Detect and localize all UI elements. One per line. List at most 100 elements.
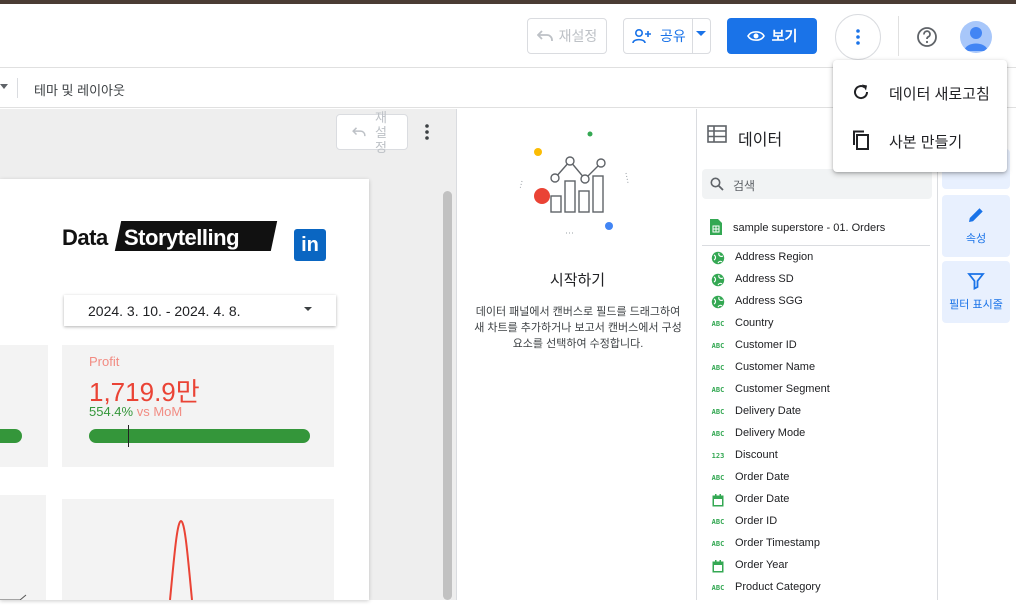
field-row[interactable]: Order Date <box>697 489 938 511</box>
chevron-down-icon <box>304 307 312 311</box>
properties-label: 속성 <box>965 233 987 245</box>
field-name: Customer Segment <box>735 383 830 395</box>
data-source-row[interactable]: sample superstore - 01. Orders <box>710 219 930 239</box>
scorecard-partial[interactable] <box>0 345 48 467</box>
properties-tab[interactable]: 속성 <box>942 195 1010 257</box>
text-type-icon: ABC <box>711 584 725 592</box>
source-divider <box>702 245 930 246</box>
field-row[interactable]: ABC Country <box>697 313 938 335</box>
text-type-icon: ABC <box>711 430 725 438</box>
filter-bar-tab[interactable]: 필터 표시줄 <box>942 261 1010 323</box>
field-row[interactable]: ABC Order Timestamp <box>697 533 938 555</box>
field-row[interactable]: ABC Delivery Mode <box>697 423 938 445</box>
field-row[interactable]: ABC Customer Name <box>697 357 938 379</box>
logo-text-data: Data <box>62 225 108 250</box>
filter-icon <box>967 273 985 290</box>
reset-button[interactable]: 재설정 <box>527 18 607 54</box>
text-type-icon: ABC <box>711 364 725 372</box>
text-type-icon: ABC <box>711 408 725 416</box>
field-row[interactable]: ABC Order Date <box>697 467 938 489</box>
text-type-icon: ABC <box>711 518 725 526</box>
profit-label: Profit <box>89 354 120 369</box>
report-page: Data Storytelling in 2024. 3. 10. - 2024… <box>0 179 369 601</box>
share-dropdown-icon[interactable] <box>696 31 706 37</box>
field-name: Delivery Mode <box>735 427 806 439</box>
field-name: Customer ID <box>735 339 797 351</box>
progress-bar <box>0 429 22 443</box>
field-row[interactable]: Order Year <box>697 555 938 577</box>
avatar[interactable] <box>960 21 992 53</box>
chart-line-partial <box>0 594 27 601</box>
filter-bar-label: 필터 표시줄 <box>949 299 1003 311</box>
canvas-scrollbar[interactable] <box>443 191 452 600</box>
field-row[interactable]: Address SGG <box>697 291 938 313</box>
toolbar-dropdown-icon[interactable] <box>0 84 8 90</box>
field-name: Order ID <box>735 515 778 527</box>
reset-label: 재설정 <box>558 28 598 44</box>
canvas-more-icon[interactable] <box>425 124 429 140</box>
field-row[interactable]: ABC Customer ID <box>697 335 938 357</box>
canvas-reset-label-1: 재설 <box>375 109 387 140</box>
text-type-icon: ABC <box>711 320 725 328</box>
logo-text-storytelling: Storytelling <box>124 225 240 250</box>
profit-delta: 554.4% vs MoM <box>89 404 182 419</box>
chart-card-partial[interactable] <box>0 495 46 601</box>
share-label: 공유 <box>660 28 686 44</box>
report-canvas: 재설 정 Data Storytelling in 2024. 3. 10. - … <box>0 109 457 601</box>
linkedin-icon[interactable]: in <box>294 229 326 261</box>
person-add-icon <box>632 28 651 44</box>
trend-line <box>169 519 193 601</box>
more-vert-icon <box>856 29 860 45</box>
field-name: Order Date <box>735 493 790 505</box>
field-search-input[interactable]: 검색 <box>702 169 932 199</box>
profit-scorecard[interactable]: Profit 1,719.9만 554.4% vs MoM <box>62 345 334 467</box>
data-source-name: sample superstore - 01. Orders <box>733 222 886 234</box>
theme-layout-button[interactable]: 테마 및 레이아웃 <box>34 80 125 99</box>
field-row[interactable]: ABC Order ID <box>697 511 938 533</box>
text-type-icon: ABC <box>711 386 725 394</box>
profit-delta-pct: 554.4% <box>89 404 134 419</box>
globe-icon <box>709 295 727 309</box>
app-header: 재설정 공유 보기 <box>0 4 1016 68</box>
field-row[interactable]: ABC Customer Segment <box>697 379 938 401</box>
profit-bullet-bar <box>89 429 310 443</box>
menu-item-make-copy[interactable]: 사본 만들기 <box>833 116 1007 164</box>
canvas-reset-label-2: 정 <box>375 139 387 155</box>
view-label: 보기 <box>771 28 798 44</box>
number-type-icon: 123 <box>711 452 725 460</box>
search-icon <box>710 177 724 191</box>
globe-icon <box>709 273 727 287</box>
date-range-control[interactable]: 2024. 3. 10. - 2024. 4. 8. <box>64 295 336 326</box>
field-name: Order Year <box>735 559 789 571</box>
data-storytelling-logo: Data Storytelling <box>62 221 278 251</box>
getting-started-panel: 시작하기 데이터 패널에서 캔버스로 필드를 드래그하여 새 차트를 추가하거나… <box>458 109 697 600</box>
profit-delta-vs: vs MoM <box>136 404 183 419</box>
field-row[interactable]: ABC Product Category <box>697 577 938 599</box>
view-button[interactable]: 보기 <box>727 18 817 54</box>
more-options-button[interactable] <box>835 14 881 60</box>
date-range-value: 2024. 3. 10. - 2024. 4. 8. <box>88 303 241 319</box>
field-row[interactable]: 123 Discount <box>697 445 938 467</box>
field-row[interactable]: Address Region <box>697 247 938 269</box>
field-row[interactable]: ABC Delivery Date <box>697 401 938 423</box>
canvas-reset-button[interactable]: 재설 정 <box>336 110 408 155</box>
pencil-icon <box>969 208 983 222</box>
profit-target-marker <box>128 425 129 447</box>
field-name: Address Region <box>735 251 814 263</box>
calendar-icon <box>709 493 727 507</box>
field-name: Order Timestamp <box>735 537 820 549</box>
getting-started-title: 시작하기 <box>549 272 606 289</box>
data-panel: 데이터 검색 sample superstore - 01. Orders Ad… <box>697 109 938 600</box>
field-name: Customer Name <box>735 361 816 373</box>
menu-item-copy-label: 사본 만들기 <box>889 134 963 151</box>
data-panel-title: 데이터 <box>738 132 783 149</box>
field-name: Country <box>735 317 774 329</box>
text-type-icon: ABC <box>711 474 725 482</box>
menu-item-refresh-data[interactable]: 데이터 새로고침 <box>833 68 1007 116</box>
eye-icon <box>746 31 765 41</box>
trend-chart-card[interactable] <box>62 499 334 601</box>
field-row[interactable]: Address SD <box>697 269 938 291</box>
share-button[interactable]: 공유 <box>623 18 711 54</box>
field-name: Address SD <box>735 273 794 285</box>
help-icon[interactable] <box>916 26 938 48</box>
